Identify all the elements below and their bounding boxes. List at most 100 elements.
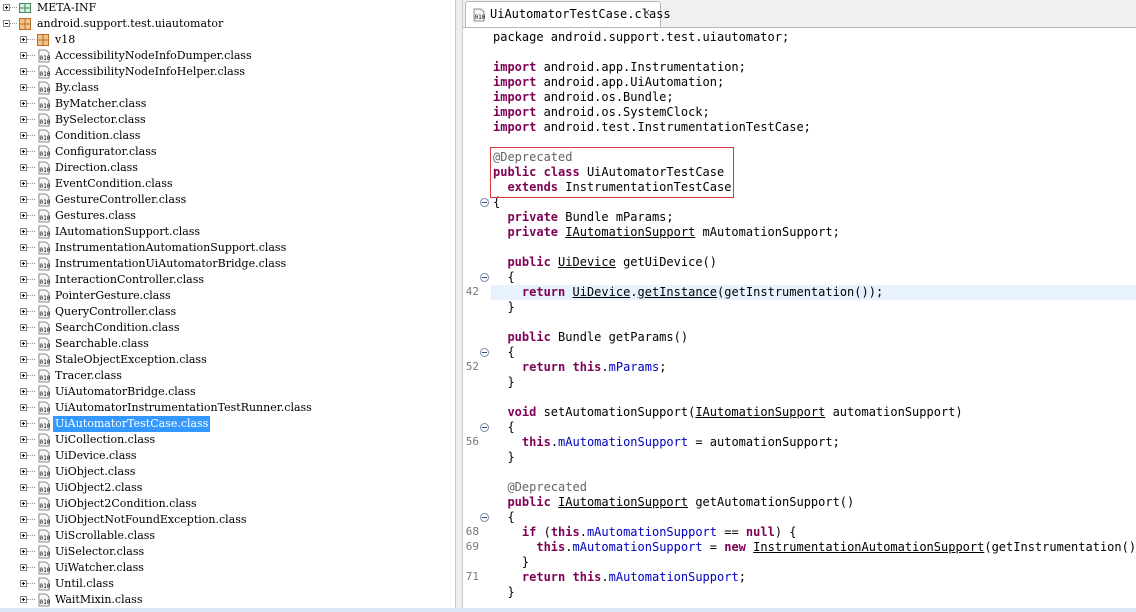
expand-icon[interactable] [20,452,27,459]
expand-icon[interactable] [20,308,27,315]
tree-item-class[interactable]: 010 UiScrollable.class [0,528,455,544]
tree-item-class[interactable]: 010 AccessibilityNodeInfoDumper.class [0,48,455,64]
svg-text:010: 010 [40,423,51,430]
code-token[interactable]: UiDevice [558,255,616,269]
code-token[interactable]: IAutomationSupport [695,405,825,419]
expand-icon[interactable] [20,340,27,347]
expand-icon[interactable] [20,164,27,171]
tree-item-class[interactable]: 010 UiObject.class [0,464,455,480]
tree-item-class[interactable]: 010 Condition.class [0,128,455,144]
class-file-icon: 010 [38,401,51,415]
expand-icon[interactable] [20,292,27,299]
code-token[interactable]: getInstance [638,285,717,299]
tree-item-class[interactable]: 010 UiCollection.class [0,432,455,448]
tree-item-class[interactable]: 010 SearchCondition.class [0,320,455,336]
expand-icon[interactable] [20,276,27,283]
tree-item-class[interactable]: 010 UiObjectNotFoundException.class [0,512,455,528]
editor-tab-active[interactable]: 010 UiAutomatorTestCase.class ✕ [465,1,671,27]
expand-icon[interactable] [20,148,27,155]
expand-icon[interactable] [20,52,27,59]
expand-icon[interactable] [3,4,10,11]
tree-item-class[interactable]: 010 By.class [0,80,455,96]
expand-icon[interactable] [20,244,27,251]
tree-item-subpackage[interactable]: v18 [0,32,455,48]
expand-icon[interactable] [20,228,27,235]
expand-icon[interactable] [20,100,27,107]
tree-item-class[interactable]: 010 QueryController.class [0,304,455,320]
expand-icon[interactable] [20,324,27,331]
close-icon[interactable]: ✕ [643,5,650,19]
expand-icon[interactable] [20,404,27,411]
expand-icon[interactable] [20,468,27,475]
tree-item-class[interactable]: 010 UiWatcher.class [0,560,455,576]
expand-icon[interactable] [20,132,27,139]
expand-icon[interactable] [20,420,27,427]
expand-icon[interactable] [20,372,27,379]
expand-icon[interactable] [20,116,27,123]
fold-collapse-icon[interactable] [480,423,489,432]
tree-item-class[interactable]: 010 StaleObjectException.class [0,352,455,368]
tree-item-class[interactable]: 010 EventCondition.class [0,176,455,192]
fold-collapse-icon[interactable] [480,198,489,207]
fold-collapse-icon[interactable] [480,513,489,522]
tree-item-class[interactable]: 010 InstrumentationUiAutomatorBridge.clas… [0,256,455,272]
tree-item-class[interactable]: 010 Until.class [0,576,455,592]
code-token[interactable]: InstrumentationAutomationSupport [753,540,984,554]
tree-item-class[interactable]: 010 UiObject2.class [0,480,455,496]
code-token[interactable]: IAutomationSupport [565,225,695,239]
tree-item-class[interactable]: 010 UiAutomatorBridge.class [0,384,455,400]
tree-item-class[interactable]: 010 UiSelector.class [0,544,455,560]
tree-connector [27,391,35,393]
expand-icon[interactable] [20,548,27,555]
tree-item-class[interactable]: 010 ByMatcher.class [0,96,455,112]
tree-item-class[interactable]: 010 UiDevice.class [0,448,455,464]
code-line: private Bundle mParams; [493,210,673,225]
tree-item-class[interactable]: 010 BySelector.class [0,112,455,128]
expand-icon[interactable] [20,436,27,443]
tree-item-class[interactable]: 010 WaitMixin.class [0,592,455,608]
tree-item-class[interactable]: 010 PointerGesture.class [0,288,455,304]
tree-item-package[interactable]: android.support.test.uiautomator [0,16,455,32]
tree-item-class[interactable]: 010 UiAutomatorTestCase.class [0,416,455,432]
tree-item-class[interactable]: 010 Searchable.class [0,336,455,352]
svg-text:010: 010 [40,439,51,446]
tree-item-class[interactable]: 010 AccessibilityNodeInfoHelper.class [0,64,455,80]
expand-icon[interactable] [20,532,27,539]
tree-item-class[interactable]: 010 UiAutomatorInstrumentationTestRunner.… [0,400,455,416]
fold-collapse-icon[interactable] [480,273,489,282]
tree-item-class[interactable]: 010 Configurator.class [0,144,455,160]
expand-icon[interactable] [20,580,27,587]
tree-item-class[interactable]: 010 InteractionController.class [0,272,455,288]
expand-icon[interactable] [20,212,27,219]
tree-item-meta-inf[interactable]: META-INF [0,0,455,16]
expand-icon[interactable] [20,484,27,491]
expand-icon[interactable] [20,596,27,603]
expand-icon[interactable] [20,356,27,363]
tree-item-class[interactable]: 010 Tracer.class [0,368,455,384]
tree-item-class[interactable]: 010 InstrumentationAutomationSupport.clas… [0,240,455,256]
tree-item-class[interactable]: 010 UiObject2Condition.class [0,496,455,512]
expand-icon[interactable] [20,564,27,571]
expand-icon[interactable] [20,68,27,75]
code-line: { [493,270,514,285]
tree-connector [27,215,35,217]
expand-icon[interactable] [20,180,27,187]
code-token[interactable]: IAutomationSupport [558,495,688,509]
expand-icon[interactable] [20,388,27,395]
tree-item-class[interactable]: 010 Gestures.class [0,208,455,224]
expand-icon[interactable] [20,196,27,203]
expand-icon[interactable] [20,36,27,43]
expand-icon[interactable] [20,84,27,91]
pane-divider[interactable] [455,0,463,608]
expand-icon[interactable] [20,500,27,507]
tree-item-class[interactable]: 010 GestureController.class [0,192,455,208]
expand-icon[interactable] [20,516,27,523]
tree-item-class[interactable]: 010 Direction.class [0,160,455,176]
code-token: } [493,555,530,569]
fold-collapse-icon[interactable] [480,348,489,357]
tree-item-class[interactable]: 010 IAutomationSupport.class [0,224,455,240]
code-line: import android.os.Bundle; [493,90,674,105]
expand-icon[interactable] [20,260,27,267]
code-token[interactable]: UiDevice [573,285,631,299]
collapse-icon[interactable] [3,20,10,27]
